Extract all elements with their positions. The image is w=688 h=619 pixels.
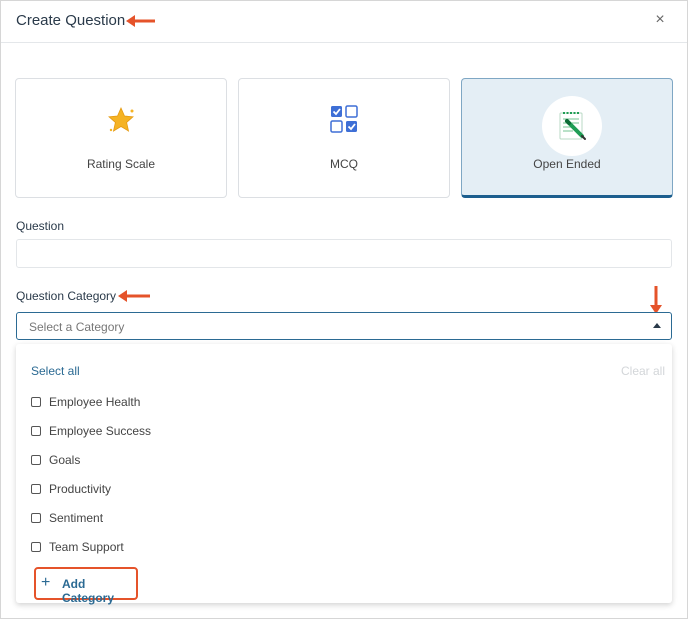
category-dropdown: Select all Clear all Employee Health Emp… (16, 344, 672, 605)
checkbox[interactable] (31, 426, 41, 436)
annotation-arrow-icon (118, 290, 150, 302)
option-label: Goals (49, 453, 81, 467)
select-all-link[interactable]: Select all (31, 364, 80, 378)
modal-title: Create Question (16, 12, 126, 29)
annotation-arrow-icon (650, 286, 662, 314)
question-type-mcq[interactable]: MCQ (238, 78, 450, 198)
checkbox[interactable] (31, 455, 41, 465)
question-input[interactable] (16, 239, 672, 268)
option-label: Employee Health (49, 395, 141, 409)
star-icon (16, 104, 226, 138)
question-type-open-ended[interactable]: Open Ended (461, 78, 673, 198)
question-type-rating-scale[interactable]: Rating Scale (15, 78, 227, 198)
create-question-modal: Create Question × Rating Scale MCQ Open … (0, 0, 688, 619)
option-label: Employee Success (49, 424, 152, 438)
category-option-goals[interactable]: Goals (31, 452, 80, 468)
checkbox[interactable] (31, 513, 41, 523)
close-icon[interactable]: × (652, 11, 668, 29)
category-select[interactable]: Select a Category (16, 312, 672, 340)
annotation-arrow-icon (126, 15, 155, 27)
checkbox[interactable] (31, 542, 41, 552)
category-option-productivity[interactable]: Productivity (31, 481, 111, 497)
category-option-team-support[interactable]: Team Support (31, 539, 124, 555)
caret-up-icon[interactable] (653, 323, 661, 328)
option-label: Productivity (49, 482, 112, 496)
option-label: Sentiment (49, 511, 104, 525)
plus-icon: + (41, 574, 51, 591)
notepad-pencil-icon (542, 96, 602, 156)
question-field-label: Question (16, 219, 65, 233)
add-category-button[interactable]: + Add Category (34, 567, 138, 605)
category-field-label: Question Category (16, 289, 117, 303)
category-select-placeholder: Select a Category (29, 320, 125, 334)
checkbox-grid-icon (239, 104, 449, 138)
add-category-label: Add Category (62, 577, 115, 605)
modal-header: Create Question × (1, 1, 687, 43)
question-type-label: Rating Scale (86, 157, 156, 171)
category-option-employee-success[interactable]: Employee Success (31, 423, 151, 439)
checkbox[interactable] (31, 397, 41, 407)
checkbox[interactable] (31, 484, 41, 494)
question-type-label: Open Ended (533, 157, 601, 171)
question-type-label: MCQ (330, 157, 358, 171)
category-option-sentiment[interactable]: Sentiment (31, 510, 103, 526)
category-option-employee-health[interactable]: Employee Health (31, 394, 140, 410)
option-label: Team Support (49, 540, 124, 554)
clear-all-link[interactable]: Clear all (621, 364, 665, 378)
